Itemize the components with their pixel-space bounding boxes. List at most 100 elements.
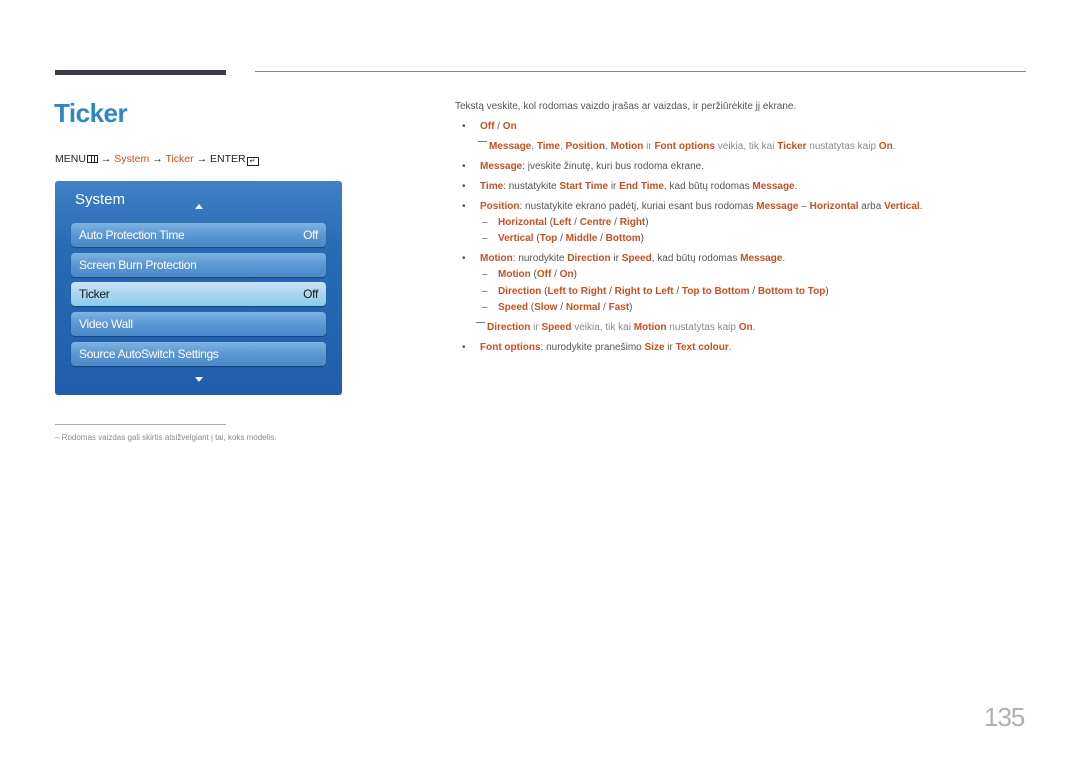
highlighted-term: Left to Right (547, 286, 607, 297)
text-fragment: ) (629, 302, 633, 313)
enter-label: ENTER (209, 153, 246, 165)
menu-path: MENU → System → Ticker → ENTER ↵ (55, 153, 259, 166)
path-ticker: Ticker (165, 153, 194, 165)
highlighted-term: Motion (633, 322, 667, 333)
text-fragment: . (919, 201, 923, 212)
sep: / (494, 121, 503, 132)
kw-off: Off (480, 121, 495, 132)
text-fragment: nustatytas kaip (806, 141, 879, 152)
note-motion-on: Direction ir Speed veikia, tik kai Motio… (476, 322, 755, 333)
note-icon (478, 141, 487, 142)
bullet-position: Position: nustatykite ekrano padėtį, kur… (462, 201, 923, 212)
highlighted-term: Direction (487, 322, 531, 333)
highlighted-term: Right (619, 217, 646, 228)
text-fragment: : nustatykite ekrano padėtį, kuriai esan… (519, 201, 757, 212)
bullet-font-options: Font options: nurodykite pranešimo Size … (462, 342, 732, 353)
text-fragment: veikia, tik kai (571, 322, 634, 333)
osd-item-value: Off (303, 287, 318, 301)
kw-on: On (502, 121, 517, 132)
highlighted-term: Font options (480, 342, 541, 353)
highlighted-term: On (738, 322, 753, 333)
text-fragment: / (749, 286, 758, 297)
text-fragment: ir (643, 141, 655, 152)
highlighted-term: Middle (565, 233, 598, 244)
bullet-off-on: Off / On (462, 121, 517, 132)
highlighted-term: Time (536, 141, 560, 152)
sub-motion: Motion (Off / On) (482, 269, 577, 280)
highlighted-term: Message (752, 181, 795, 192)
text-fragment: ir (610, 253, 622, 264)
menu-label: MENU (55, 153, 86, 165)
footnote-text: Rodomas vaizdas gali skirtis atsižvelgia… (61, 433, 277, 442)
text-fragment: ir (664, 342, 676, 353)
header-rule-thick (55, 70, 226, 75)
highlighted-term: Text colour (675, 342, 729, 353)
osd-item-label: Screen Burn Protection (79, 258, 197, 272)
highlighted-term: Centre (579, 217, 612, 228)
osd-item-label: Auto Protection Time (79, 228, 185, 242)
menu-grid-icon (86, 155, 98, 163)
highlighted-term: Font options (654, 141, 715, 152)
text-fragment: , kad būtų rodomas (663, 181, 753, 192)
text-fragment: / (557, 302, 566, 313)
highlighted-term: Vertical (498, 233, 534, 244)
text-fragment: nustatytas kaip (666, 322, 739, 333)
highlighted-term: Speed (498, 302, 529, 313)
highlighted-term: Position (480, 201, 520, 212)
osd-item-label: Source AutoSwitch Settings (79, 347, 219, 361)
osd-item-source-autoswitch-settings[interactable]: Source AutoSwitch Settings (71, 342, 326, 366)
highlighted-term: Top to Bottom (681, 286, 750, 297)
text-fragment: . (752, 322, 756, 333)
highlighted-term: Horizontal (809, 201, 859, 212)
highlighted-term: Message (480, 161, 523, 172)
sub-speed: Speed (Slow / Normal / Fast) (482, 302, 633, 313)
highlighted-term: Speed (621, 253, 652, 264)
text-fragment: ) (640, 233, 644, 244)
text-fragment: : įveskite žinutę, kuri bus rodoma ekran… (522, 161, 705, 172)
header-rule-thin (255, 71, 1026, 72)
footnote: – Rodomas vaizdas gali skirtis atsižvelg… (55, 433, 277, 442)
highlighted-term: On (878, 141, 893, 152)
osd-item-auto-protection-time[interactable]: Auto Protection Time Off (71, 223, 326, 247)
sub-vertical: Vertical (Top / Middle / Bottom) (482, 233, 644, 244)
text-fragment: , kad būtų rodomas (651, 253, 741, 264)
highlighted-term: Slow (534, 302, 558, 313)
highlighted-term: End Time (619, 181, 664, 192)
highlighted-term: Off (536, 269, 552, 280)
highlighted-term: Bottom to Top (757, 286, 826, 297)
highlighted-term: Normal (565, 302, 601, 313)
osd-item-screen-burn-protection[interactable]: Screen Burn Protection (71, 253, 326, 277)
highlighted-term: Direction (567, 253, 611, 264)
text-fragment: / (673, 286, 682, 297)
osd-item-video-wall[interactable]: Video Wall (71, 312, 326, 336)
osd-item-label: Ticker (79, 287, 110, 301)
highlighted-term: Direction (498, 286, 542, 297)
page-title: Ticker (54, 98, 128, 128)
path-arrow: → (196, 153, 208, 165)
highlighted-term: Motion (610, 141, 644, 152)
text-fragment: ) (825, 286, 829, 297)
text-fragment: : nurodykite (512, 253, 568, 264)
highlighted-term: Right to Left (614, 286, 674, 297)
path-arrow: → (100, 153, 112, 165)
text-fragment: ) (573, 269, 577, 280)
highlighted-term: Fast (608, 302, 630, 313)
triangle-down-icon[interactable] (195, 377, 203, 382)
text-fragment: / (606, 286, 615, 297)
osd-item-label: Video Wall (79, 317, 133, 331)
highlighted-term: Message (489, 141, 532, 152)
triangle-up-icon[interactable] (195, 204, 203, 209)
highlighted-term: Bottom (605, 233, 641, 244)
highlighted-term: Vertical (884, 201, 920, 212)
osd-item-ticker[interactable]: Ticker Off (71, 282, 326, 306)
highlighted-term: Motion (480, 253, 513, 264)
text-fragment: arba (858, 201, 885, 212)
highlighted-term: Size (644, 342, 665, 353)
highlighted-term: Speed (541, 322, 572, 333)
text-fragment: / (551, 269, 560, 280)
osd-system-menu: System Auto Protection Time Off Screen B… (55, 181, 342, 395)
text-fragment: / (611, 217, 620, 228)
bullet-motion: Motion: nurodykite Direction ir Speed, k… (462, 253, 785, 264)
text-fragment: veikia, tik kai (714, 141, 778, 152)
highlighted-term: Motion (498, 269, 531, 280)
